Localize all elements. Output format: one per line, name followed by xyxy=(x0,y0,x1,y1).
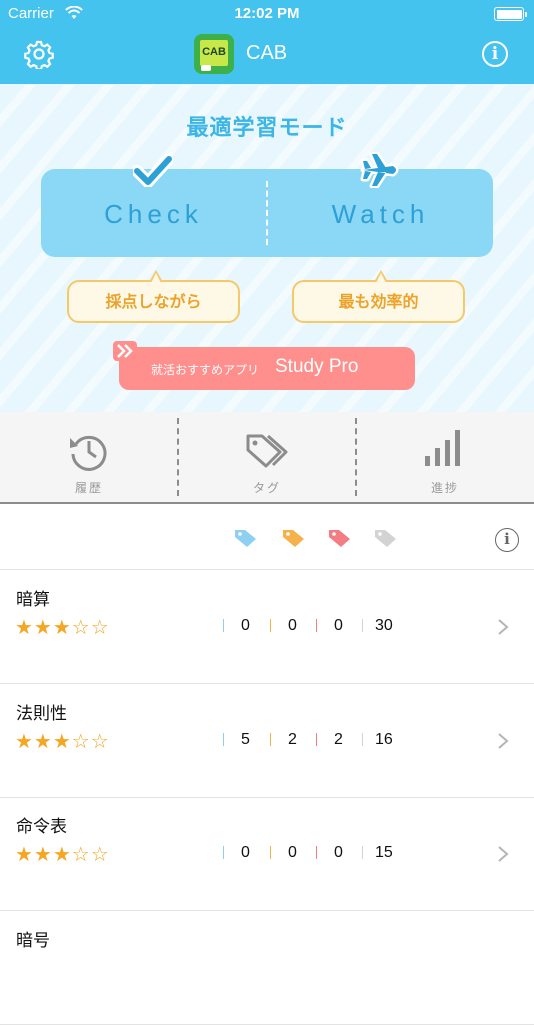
battery-icon xyxy=(494,7,527,21)
tab-bar: 履歴 タグ 進捗 xyxy=(0,412,534,504)
check-caption-bubble: 採点しながら xyxy=(67,270,240,323)
red-tag-count: 0 xyxy=(334,617,343,634)
chevron-right-icon xyxy=(498,619,509,635)
orange-tag-marker xyxy=(270,733,271,746)
app-logo: CAB xyxy=(194,34,234,74)
mode-selector: Check Watch xyxy=(41,152,493,257)
total-count: 16 xyxy=(375,731,393,748)
study-pro-banner[interactable]: 就活おすすめアプリ Study Pro xyxy=(113,341,415,390)
checkmark-icon xyxy=(133,153,173,187)
tab-tags-label: タグ xyxy=(252,481,281,495)
blue-tag-marker xyxy=(223,619,224,632)
chevron-right-icon xyxy=(498,733,509,749)
blue-tag-count: 0 xyxy=(241,617,250,634)
category-name: 暗号 xyxy=(16,931,50,951)
double-chevron-icon xyxy=(113,341,137,361)
blue-tag-count: 5 xyxy=(241,731,250,748)
list-item[interactable]: 命令表 ★★★☆☆ 0 0 0 15 xyxy=(0,797,534,911)
tab-tags[interactable]: タグ xyxy=(178,412,356,504)
orange-tag-count: 2 xyxy=(288,731,297,748)
orange-tag-count: 0 xyxy=(288,844,297,861)
list-item[interactable]: 暗号 xyxy=(0,911,534,1025)
progress-bars-icon xyxy=(425,430,460,466)
chevron-right-icon xyxy=(498,846,509,862)
watch-caption-bubble: 最も効率的 xyxy=(292,270,465,323)
history-icon xyxy=(70,435,107,471)
total-count: 15 xyxy=(375,844,393,861)
gray-tag-icon[interactable] xyxy=(374,528,398,548)
gear-icon[interactable] xyxy=(24,39,54,69)
mode-title: 最適学習モード xyxy=(186,116,348,141)
app-title: CAB xyxy=(246,42,288,64)
category-name: 暗算 xyxy=(16,590,50,610)
red-tag-count: 2 xyxy=(334,731,343,748)
red-tag-icon[interactable] xyxy=(328,528,352,548)
blue-tag-icon[interactable] xyxy=(234,528,258,548)
study-mode-panel: 最適学習モード Check Watch 採点しながら 最も効率的 就活おすすめア… xyxy=(0,84,534,412)
list-item[interactable]: 暗算 ★★★☆☆ 0 0 0 30 xyxy=(0,570,534,684)
red-tag-count: 0 xyxy=(334,844,343,861)
clock: 12:02 PM xyxy=(234,5,300,22)
category-name: 命令表 xyxy=(16,817,67,837)
blue-tag-marker xyxy=(223,846,224,859)
red-tag-marker xyxy=(316,619,317,632)
promo-title: Study Pro xyxy=(275,356,359,377)
red-tag-marker xyxy=(316,846,317,859)
tab-history-label: 履歴 xyxy=(74,481,103,495)
difficulty-stars: ★★★☆☆ xyxy=(15,842,110,866)
airplane-icon xyxy=(360,152,399,188)
check-mode-label: Check xyxy=(104,199,203,229)
watch-mode-label: Watch xyxy=(331,199,430,229)
orange-tag-marker xyxy=(270,846,271,859)
list-item[interactable]: 法則性 ★★★☆☆ 5 2 2 16 xyxy=(0,684,534,798)
watch-mode-button[interactable]: Watch xyxy=(268,152,493,257)
status-bar: Carrier 12:02 PM xyxy=(0,0,534,28)
gray-tag-marker xyxy=(362,846,363,859)
list-header: i xyxy=(0,504,534,570)
orange-tag-marker xyxy=(270,619,271,632)
tab-progress[interactable]: 進捗 xyxy=(356,412,534,504)
red-tag-marker xyxy=(316,733,317,746)
info-icon[interactable]: i xyxy=(495,528,519,552)
orange-tag-count: 0 xyxy=(288,617,297,634)
top-bar: Carrier 12:02 PM CAB CAB i xyxy=(0,0,534,84)
difficulty-stars: ★★★☆☆ xyxy=(15,729,110,753)
total-count: 30 xyxy=(375,617,393,634)
info-icon[interactable]: i xyxy=(482,41,508,67)
tag-icon xyxy=(246,434,288,468)
tab-history[interactable]: 履歴 xyxy=(0,412,178,504)
gray-tag-marker xyxy=(362,619,363,632)
category-name: 法則性 xyxy=(16,704,67,724)
gray-tag-marker xyxy=(362,733,363,746)
difficulty-stars: ★★★☆☆ xyxy=(15,615,110,639)
blue-tag-marker xyxy=(223,733,224,746)
check-mode-button[interactable]: Check xyxy=(41,153,266,257)
promo-subtitle: 就活おすすめアプリ xyxy=(151,363,260,377)
tab-progress-label: 進捗 xyxy=(430,481,459,495)
orange-tag-icon[interactable] xyxy=(282,528,306,548)
blue-tag-count: 0 xyxy=(241,844,250,861)
